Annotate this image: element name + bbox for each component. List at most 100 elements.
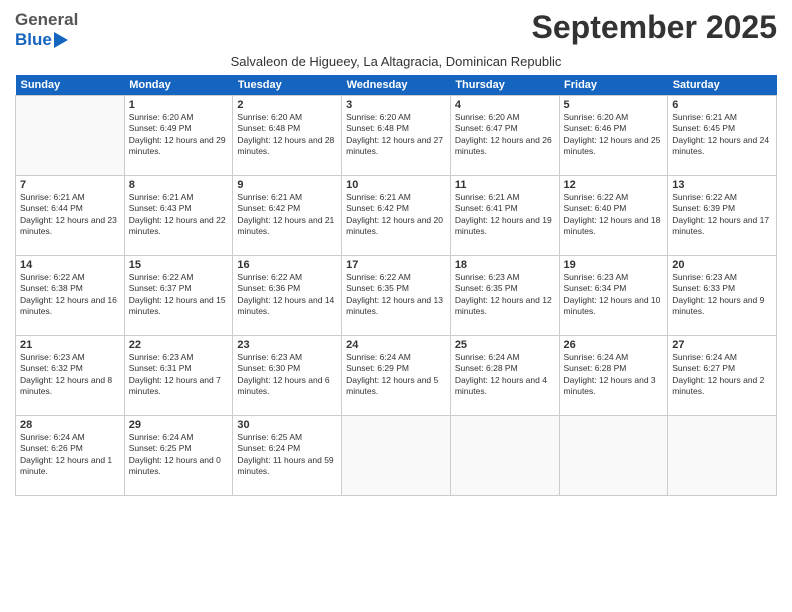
- calendar-cell: 30Sunrise: 6:25 AMSunset: 6:24 PMDayligh…: [233, 416, 342, 496]
- calendar-cell: 1Sunrise: 6:20 AMSunset: 6:49 PMDaylight…: [124, 96, 233, 176]
- day-number: 17: [346, 259, 446, 271]
- calendar-week-4: 28Sunrise: 6:24 AMSunset: 6:26 PMDayligh…: [16, 416, 777, 496]
- day-info: Sunrise: 6:21 AMSunset: 6:42 PMDaylight:…: [346, 192, 446, 238]
- calendar-cell: 5Sunrise: 6:20 AMSunset: 6:46 PMDaylight…: [559, 96, 668, 176]
- day-number: 10: [346, 179, 446, 191]
- calendar-cell: 29Sunrise: 6:24 AMSunset: 6:25 PMDayligh…: [124, 416, 233, 496]
- calendar-cell: 25Sunrise: 6:24 AMSunset: 6:28 PMDayligh…: [450, 336, 559, 416]
- calendar-cell: 18Sunrise: 6:23 AMSunset: 6:35 PMDayligh…: [450, 256, 559, 336]
- col-saturday: Saturday: [668, 75, 777, 96]
- calendar-cell: 28Sunrise: 6:24 AMSunset: 6:26 PMDayligh…: [16, 416, 125, 496]
- day-number: 2: [237, 99, 337, 111]
- col-tuesday: Tuesday: [233, 75, 342, 96]
- logo-arrow-icon: [54, 32, 68, 48]
- day-number: 21: [20, 339, 120, 351]
- calendar-cell: [559, 416, 668, 496]
- day-number: 29: [129, 419, 229, 431]
- day-number: 14: [20, 259, 120, 271]
- calendar-cell: 16Sunrise: 6:22 AMSunset: 6:36 PMDayligh…: [233, 256, 342, 336]
- day-info: Sunrise: 6:20 AMSunset: 6:48 PMDaylight:…: [346, 112, 446, 158]
- calendar-cell: 8Sunrise: 6:21 AMSunset: 6:43 PMDaylight…: [124, 176, 233, 256]
- day-number: 24: [346, 339, 446, 351]
- day-number: 15: [129, 259, 229, 271]
- day-number: 13: [672, 179, 772, 191]
- calendar-cell: 6Sunrise: 6:21 AMSunset: 6:45 PMDaylight…: [668, 96, 777, 176]
- calendar-cell: [668, 416, 777, 496]
- day-info: Sunrise: 6:23 AMSunset: 6:33 PMDaylight:…: [672, 272, 772, 318]
- calendar-cell: 10Sunrise: 6:21 AMSunset: 6:42 PMDayligh…: [342, 176, 451, 256]
- day-info: Sunrise: 6:23 AMSunset: 6:34 PMDaylight:…: [564, 272, 664, 318]
- calendar-cell: 22Sunrise: 6:23 AMSunset: 6:31 PMDayligh…: [124, 336, 233, 416]
- calendar-cell: 13Sunrise: 6:22 AMSunset: 6:39 PMDayligh…: [668, 176, 777, 256]
- calendar-cell: 11Sunrise: 6:21 AMSunset: 6:41 PMDayligh…: [450, 176, 559, 256]
- day-number: 22: [129, 339, 229, 351]
- header: General Blue September 2025: [15, 10, 777, 50]
- calendar-cell: 23Sunrise: 6:23 AMSunset: 6:30 PMDayligh…: [233, 336, 342, 416]
- calendar-cell: 26Sunrise: 6:24 AMSunset: 6:28 PMDayligh…: [559, 336, 668, 416]
- calendar-cell: 7Sunrise: 6:21 AMSunset: 6:44 PMDaylight…: [16, 176, 125, 256]
- day-number: 26: [564, 339, 664, 351]
- day-number: 16: [237, 259, 337, 271]
- day-info: Sunrise: 6:22 AMSunset: 6:35 PMDaylight:…: [346, 272, 446, 318]
- day-number: 30: [237, 419, 337, 431]
- calendar-cell: 2Sunrise: 6:20 AMSunset: 6:48 PMDaylight…: [233, 96, 342, 176]
- calendar-week-1: 7Sunrise: 6:21 AMSunset: 6:44 PMDaylight…: [16, 176, 777, 256]
- calendar-cell: 17Sunrise: 6:22 AMSunset: 6:35 PMDayligh…: [342, 256, 451, 336]
- day-info: Sunrise: 6:22 AMSunset: 6:37 PMDaylight:…: [129, 272, 229, 318]
- day-number: 5: [564, 99, 664, 111]
- day-number: 11: [455, 179, 555, 191]
- day-info: Sunrise: 6:22 AMSunset: 6:40 PMDaylight:…: [564, 192, 664, 238]
- day-number: 6: [672, 99, 772, 111]
- calendar-cell: 4Sunrise: 6:20 AMSunset: 6:47 PMDaylight…: [450, 96, 559, 176]
- logo: General Blue: [15, 10, 78, 50]
- calendar-cell: [16, 96, 125, 176]
- day-info: Sunrise: 6:20 AMSunset: 6:48 PMDaylight:…: [237, 112, 337, 158]
- day-info: Sunrise: 6:24 AMSunset: 6:29 PMDaylight:…: [346, 352, 446, 398]
- day-number: 12: [564, 179, 664, 191]
- day-number: 4: [455, 99, 555, 111]
- day-info: Sunrise: 6:20 AMSunset: 6:46 PMDaylight:…: [564, 112, 664, 158]
- col-friday: Friday: [559, 75, 668, 96]
- calendar-cell: 3Sunrise: 6:20 AMSunset: 6:48 PMDaylight…: [342, 96, 451, 176]
- calendar-table: Sunday Monday Tuesday Wednesday Thursday…: [15, 75, 777, 496]
- header-row: Sunday Monday Tuesday Wednesday Thursday…: [16, 75, 777, 96]
- day-info: Sunrise: 6:24 AMSunset: 6:28 PMDaylight:…: [564, 352, 664, 398]
- day-info: Sunrise: 6:23 AMSunset: 6:30 PMDaylight:…: [237, 352, 337, 398]
- day-info: Sunrise: 6:25 AMSunset: 6:24 PMDaylight:…: [237, 432, 337, 478]
- calendar-cell: [450, 416, 559, 496]
- day-info: Sunrise: 6:22 AMSunset: 6:36 PMDaylight:…: [237, 272, 337, 318]
- day-info: Sunrise: 6:21 AMSunset: 6:42 PMDaylight:…: [237, 192, 337, 238]
- day-info: Sunrise: 6:20 AMSunset: 6:47 PMDaylight:…: [455, 112, 555, 158]
- calendar-cell: 9Sunrise: 6:21 AMSunset: 6:42 PMDaylight…: [233, 176, 342, 256]
- day-number: 1: [129, 99, 229, 111]
- day-number: 28: [20, 419, 120, 431]
- day-info: Sunrise: 6:24 AMSunset: 6:25 PMDaylight:…: [129, 432, 229, 478]
- col-wednesday: Wednesday: [342, 75, 451, 96]
- col-thursday: Thursday: [450, 75, 559, 96]
- day-info: Sunrise: 6:24 AMSunset: 6:28 PMDaylight:…: [455, 352, 555, 398]
- calendar-cell: 14Sunrise: 6:22 AMSunset: 6:38 PMDayligh…: [16, 256, 125, 336]
- day-number: 18: [455, 259, 555, 271]
- month-title: September 2025: [532, 10, 777, 45]
- day-number: 27: [672, 339, 772, 351]
- day-info: Sunrise: 6:22 AMSunset: 6:39 PMDaylight:…: [672, 192, 772, 238]
- calendar-cell: 12Sunrise: 6:22 AMSunset: 6:40 PMDayligh…: [559, 176, 668, 256]
- day-number: 19: [564, 259, 664, 271]
- calendar-cell: 15Sunrise: 6:22 AMSunset: 6:37 PMDayligh…: [124, 256, 233, 336]
- day-info: Sunrise: 6:21 AMSunset: 6:41 PMDaylight:…: [455, 192, 555, 238]
- calendar-cell: 19Sunrise: 6:23 AMSunset: 6:34 PMDayligh…: [559, 256, 668, 336]
- calendar-cell: 24Sunrise: 6:24 AMSunset: 6:29 PMDayligh…: [342, 336, 451, 416]
- calendar-cell: 21Sunrise: 6:23 AMSunset: 6:32 PMDayligh…: [16, 336, 125, 416]
- day-info: Sunrise: 6:24 AMSunset: 6:26 PMDaylight:…: [20, 432, 120, 478]
- day-info: Sunrise: 6:23 AMSunset: 6:31 PMDaylight:…: [129, 352, 229, 398]
- day-number: 7: [20, 179, 120, 191]
- calendar-cell: [342, 416, 451, 496]
- calendar-body: 1Sunrise: 6:20 AMSunset: 6:49 PMDaylight…: [16, 96, 777, 496]
- day-info: Sunrise: 6:22 AMSunset: 6:38 PMDaylight:…: [20, 272, 120, 318]
- day-info: Sunrise: 6:23 AMSunset: 6:35 PMDaylight:…: [455, 272, 555, 318]
- calendar-cell: 27Sunrise: 6:24 AMSunset: 6:27 PMDayligh…: [668, 336, 777, 416]
- col-monday: Monday: [124, 75, 233, 96]
- day-info: Sunrise: 6:21 AMSunset: 6:44 PMDaylight:…: [20, 192, 120, 238]
- calendar-week-0: 1Sunrise: 6:20 AMSunset: 6:49 PMDaylight…: [16, 96, 777, 176]
- day-info: Sunrise: 6:20 AMSunset: 6:49 PMDaylight:…: [129, 112, 229, 158]
